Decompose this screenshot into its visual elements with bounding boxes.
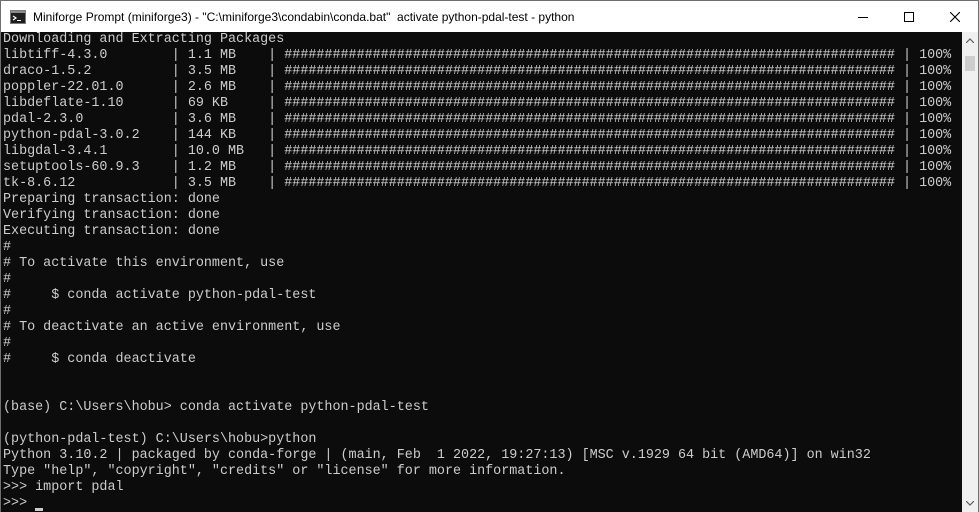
console-line: Executing transaction: done	[3, 224, 220, 239]
text-cursor	[35, 508, 44, 511]
input-prompt-line[interactable]: >>>	[3, 496, 962, 512]
maximize-button[interactable]	[886, 1, 932, 32]
title-bar[interactable]: Miniforge Prompt (miniforge3) - "C:\mini…	[1, 1, 978, 32]
console-line: #	[3, 272, 12, 287]
console-line: >>> import pdal	[3, 480, 124, 495]
console-line: libtiff-4.3.0 | 1.1 MB | ###############…	[3, 48, 952, 63]
console-line: libdeflate-1.10 | 69 KB | ##############…	[3, 96, 952, 111]
console-line: draco-1.5.2 | 3.5 MB | #################…	[3, 64, 952, 79]
console-line: #	[3, 240, 12, 255]
console-line: pdal-2.3.0 | 3.6 MB | ##################…	[3, 112, 952, 127]
terminal-icon	[10, 9, 26, 25]
console-line: setuptools-60.9.3 | 1.2 MB | ###########…	[3, 160, 952, 175]
console-line: Downloading and Extracting Packages	[3, 32, 285, 47]
maximize-icon	[904, 11, 914, 22]
minimize-button[interactable]	[840, 1, 886, 32]
console-line: #	[3, 304, 12, 319]
console-line: Preparing transaction: done	[3, 192, 220, 207]
vertical-scrollbar[interactable]	[962, 32, 978, 512]
window-title: Miniforge Prompt (miniforge3) - "C:\mini…	[33, 9, 575, 24]
console-line: # $ conda deactivate	[3, 352, 196, 367]
scroll-up-icon	[966, 38, 974, 43]
console-line: (python-pdal-test) C:\Users\hobu>python	[3, 432, 317, 447]
console-line: Python 3.10.2 | packaged by conda-forge …	[3, 448, 871, 463]
scrollbar-thumb[interactable]	[965, 56, 975, 71]
console-line: # To activate this environment, use	[3, 256, 285, 271]
python-prompt: >>>	[3, 496, 36, 511]
console-line: tk-8.6.12 | 3.5 MB | ###################…	[3, 176, 952, 191]
close-button[interactable]	[932, 1, 978, 32]
minimize-icon	[858, 16, 868, 18]
console-line: poppler-22.01.0 | 2.6 MB | #############…	[3, 80, 952, 95]
console-line: Type "help", "copyright", "credits" or "…	[3, 464, 566, 479]
console-output[interactable]: Downloading and Extracting Packages libti…	[1, 32, 962, 512]
console-line: (base) C:\Users\hobu> conda activate pyt…	[3, 400, 429, 415]
scroll-up-button[interactable]	[962, 32, 978, 49]
console-line: Verifying transaction: done	[3, 208, 220, 223]
console-line: #	[3, 336, 12, 351]
console-window: Miniforge Prompt (miniforge3) - "C:\mini…	[0, 0, 979, 512]
console-line: libgdal-3.4.1 | 10.0 MB | ##############…	[3, 144, 952, 159]
console-line: python-pdal-3.0.2 | 144 KB | ###########…	[3, 128, 952, 143]
close-icon	[950, 11, 960, 22]
console-line: # $ conda activate python-pdal-test	[3, 288, 317, 303]
scroll-down-button[interactable]	[962, 495, 978, 512]
scroll-down-icon	[966, 501, 974, 506]
console-line: # To deactivate an active environment, u…	[3, 320, 341, 335]
